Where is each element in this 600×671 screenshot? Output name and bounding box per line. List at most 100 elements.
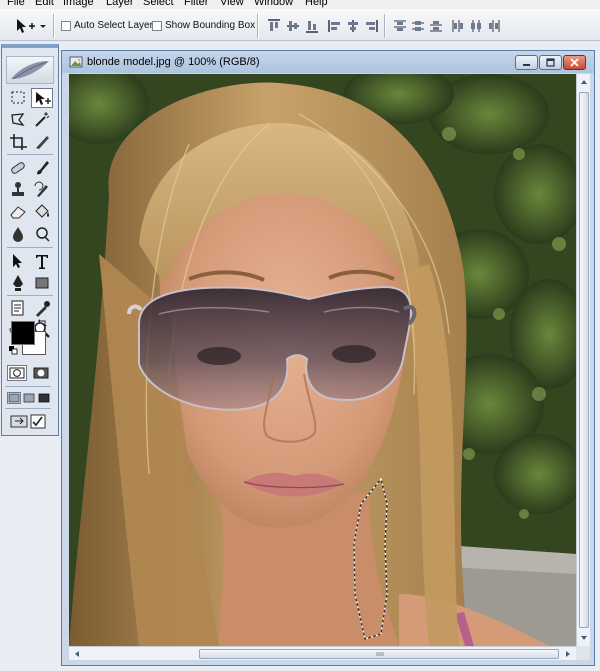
marquee-tool[interactable] bbox=[7, 88, 29, 108]
foreground-color-swatch[interactable] bbox=[11, 321, 35, 345]
scroll-up-arrow-icon[interactable] bbox=[577, 75, 591, 89]
move-tool[interactable] bbox=[31, 88, 53, 108]
distribute-hcenter-button[interactable] bbox=[468, 18, 484, 34]
distribute-top-icon bbox=[394, 20, 406, 31]
screen-mode-standard[interactable] bbox=[7, 392, 21, 404]
align-vcenter-button[interactable] bbox=[285, 18, 301, 34]
standard-mode-icon bbox=[9, 367, 25, 379]
healing-brush-icon bbox=[11, 162, 25, 174]
healing-brush-tool[interactable] bbox=[7, 158, 29, 178]
default-colors-icon[interactable] bbox=[9, 346, 18, 355]
separator bbox=[384, 14, 386, 38]
document-icon bbox=[69, 56, 83, 68]
align-left-icon bbox=[328, 20, 340, 32]
photo-blonde-model bbox=[69, 74, 576, 646]
notes-tool[interactable] bbox=[7, 298, 29, 318]
scroll-left-arrow-icon[interactable] bbox=[70, 647, 84, 661]
auto-select-label: Auto Select Layer bbox=[74, 20, 153, 31]
lasso-tool[interactable] bbox=[7, 110, 29, 130]
align-vcenter-icon bbox=[287, 21, 299, 31]
eyedropper-icon bbox=[36, 301, 50, 317]
menu-select[interactable]: Select bbox=[143, 0, 174, 9]
menu-view[interactable]: View bbox=[220, 0, 244, 9]
toolbox-divider bbox=[7, 295, 53, 296]
magic-wand-icon bbox=[35, 112, 50, 127]
menu-layer[interactable]: Layer bbox=[106, 0, 134, 9]
scroll-down-arrow-icon[interactable] bbox=[577, 631, 591, 645]
move-tool-icon bbox=[17, 19, 46, 33]
auto-select-checkbox[interactable] bbox=[61, 21, 71, 31]
minimize-button[interactable] bbox=[515, 55, 538, 70]
crop-tool[interactable] bbox=[7, 132, 29, 152]
paint-bucket-tool[interactable] bbox=[31, 202, 53, 222]
eraser-tool[interactable] bbox=[7, 202, 29, 222]
eyedropper-tool[interactable] bbox=[31, 298, 53, 318]
distribute-vcenter-icon bbox=[412, 21, 424, 31]
dodge-tool[interactable] bbox=[31, 224, 53, 244]
minimize-icon bbox=[523, 64, 530, 66]
toolbox-divider bbox=[7, 247, 53, 248]
menu-window[interactable]: Window bbox=[254, 0, 293, 9]
quick-mask-button[interactable] bbox=[31, 365, 51, 381]
pen-tool[interactable] bbox=[7, 273, 29, 293]
horizontal-scroll-thumb[interactable] bbox=[199, 649, 559, 659]
align-left-button[interactable] bbox=[327, 18, 343, 34]
clone-stamp-tool[interactable] bbox=[7, 180, 29, 200]
vertical-scroll-thumb[interactable] bbox=[579, 92, 589, 628]
distribute-left-icon bbox=[452, 20, 463, 32]
close-button[interactable] bbox=[563, 55, 586, 70]
history-brush-tool[interactable] bbox=[31, 180, 53, 200]
align-bottom-button[interactable] bbox=[304, 18, 320, 34]
toolbox-logo[interactable] bbox=[6, 56, 54, 84]
toolbox-divider bbox=[7, 154, 53, 155]
rectangle-tool-icon bbox=[35, 277, 49, 289]
close-icon bbox=[570, 58, 579, 67]
rectangle-tool[interactable] bbox=[31, 273, 53, 293]
align-hcenter-button[interactable] bbox=[345, 18, 361, 34]
menu-edit[interactable]: Edit bbox=[35, 0, 54, 9]
path-selection-tool[interactable] bbox=[7, 251, 29, 271]
brush-tool[interactable] bbox=[31, 158, 53, 178]
screen-mode-full[interactable] bbox=[37, 392, 51, 404]
blur-tool[interactable] bbox=[7, 224, 29, 244]
menu-file[interactable]: File bbox=[7, 0, 25, 9]
document-window: blonde model.jpg @ 100% (RGB/8) bbox=[61, 50, 595, 666]
show-bounding-box-label: Show Bounding Box bbox=[165, 20, 256, 31]
scroll-right-arrow-icon[interactable] bbox=[561, 647, 575, 661]
image-canvas[interactable] bbox=[69, 74, 576, 646]
document-titlebar[interactable]: blonde model.jpg @ 100% (RGB/8) bbox=[62, 51, 594, 73]
options-bar: Auto Select Layer Show Bounding Box bbox=[0, 9, 600, 41]
screen-mode-full-menu-icon bbox=[23, 393, 35, 403]
resize-corner[interactable] bbox=[576, 646, 590, 660]
distribute-top-button[interactable] bbox=[392, 18, 408, 34]
menu-image[interactable]: Image bbox=[63, 0, 94, 9]
align-right-button[interactable] bbox=[363, 18, 379, 34]
path-selection-icon bbox=[13, 254, 22, 268]
magic-wand-tool[interactable] bbox=[31, 110, 53, 130]
imageready-icon bbox=[10, 414, 46, 429]
swap-colors-icon[interactable] bbox=[38, 318, 48, 328]
menu-help[interactable]: Help bbox=[305, 0, 328, 9]
align-top-button[interactable] bbox=[266, 18, 282, 34]
distribute-right-button[interactable] bbox=[486, 18, 502, 34]
dodge-tool-icon bbox=[36, 227, 50, 242]
slice-tool[interactable] bbox=[31, 132, 53, 152]
toolbox-divider bbox=[5, 386, 51, 387]
distribute-bottom-button[interactable] bbox=[428, 18, 444, 34]
tool-preset-picker[interactable] bbox=[14, 17, 48, 35]
standard-mode-button[interactable] bbox=[7, 365, 27, 381]
jump-to-imageready-button[interactable] bbox=[9, 412, 49, 430]
menu-filter[interactable]: Filter bbox=[184, 0, 208, 9]
show-bounding-box-checkbox[interactable] bbox=[152, 21, 162, 31]
distribute-hcenter-icon bbox=[471, 20, 481, 32]
screen-mode-full-menu[interactable] bbox=[22, 392, 36, 404]
distribute-left-button[interactable] bbox=[450, 18, 466, 34]
marquee-tool-icon bbox=[11, 91, 25, 104]
vertical-scrollbar[interactable] bbox=[576, 74, 590, 646]
distribute-right-icon bbox=[489, 20, 500, 32]
restore-button[interactable] bbox=[539, 55, 562, 70]
clone-stamp-icon bbox=[12, 182, 24, 196]
horizontal-scrollbar[interactable] bbox=[69, 646, 576, 660]
type-tool[interactable] bbox=[31, 251, 53, 271]
distribute-vcenter-button[interactable] bbox=[410, 18, 426, 34]
